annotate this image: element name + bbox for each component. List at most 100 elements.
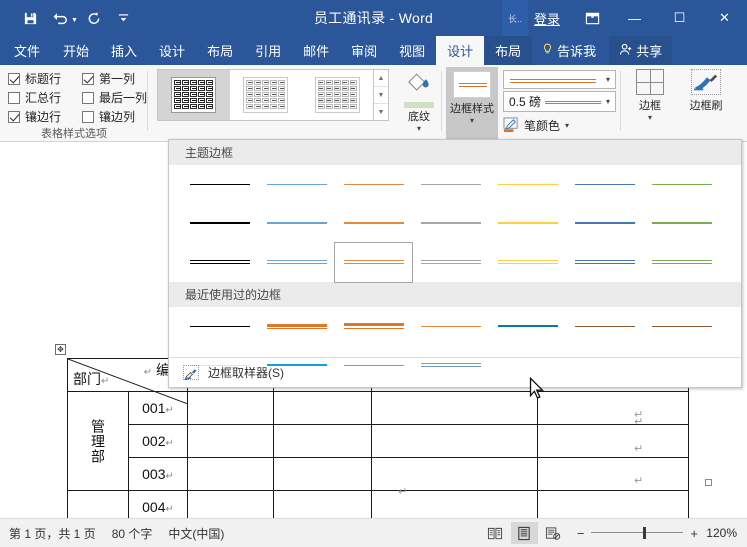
tab-table-layout[interactable]: 布局 [484,36,533,65]
checkbox-total-row[interactable]: 汇总行 [8,89,82,106]
gallery-scroll-buttons[interactable]: ▲ ▼ ▼ [374,69,389,121]
language-label[interactable]: 中文(中国) [168,525,224,542]
tab-layout[interactable]: 布局 [196,36,244,65]
phone-cell[interactable] [371,391,538,425]
ribbon-display-options-icon[interactable] [572,0,612,36]
tell-me-box[interactable]: 告诉我 [532,36,607,65]
gallery-more-icon[interactable]: ▼ [374,104,388,120]
checkbox-last-column[interactable]: 最后一列 [82,89,160,106]
tab-file[interactable]: 文件 [0,36,52,65]
phone-cell[interactable] [371,457,538,491]
zoom-level-label[interactable]: 120% [705,526,737,540]
zoom-out-button[interactable]: − [577,526,585,541]
title-cell[interactable] [273,391,372,425]
shading-dropdown-caret-icon[interactable]: ▾ [396,124,442,133]
border-sample[interactable] [335,165,412,204]
border-sample-selected[interactable] [334,242,413,283]
title-cell[interactable] [273,424,372,458]
save-icon[interactable] [16,5,44,31]
gallery-scroll-up-icon[interactable]: ▲ [374,70,388,87]
border-sample[interactable] [258,243,335,282]
table-resize-handle[interactable] [705,479,712,486]
checkbox-banded-rows[interactable]: 镶边行 [8,108,82,125]
maximize-button[interactable]: ☐ [657,0,702,36]
border-sample[interactable] [181,165,258,204]
border-sample[interactable] [335,307,412,346]
tab-table-design[interactable]: 设计 [436,36,485,65]
border-sample[interactable] [181,307,258,346]
name-cell[interactable] [187,391,274,425]
print-layout-icon[interactable] [510,522,538,544]
page-count-label[interactable]: 第 1 页，共 1 页 [9,525,96,542]
table-move-handle[interactable]: ✥ [55,344,66,355]
border-sample[interactable] [566,243,643,282]
border-sample[interactable] [489,307,566,346]
checkbox-first-column[interactable]: 第一列 [82,70,160,87]
phone-cell[interactable] [371,424,538,458]
undo-icon[interactable] [46,5,74,31]
border-sample[interactable] [412,307,489,346]
border-sample[interactable] [489,165,566,204]
line-weight-caret-icon[interactable]: ▾ [601,97,615,106]
table-style-thumb-3[interactable] [301,70,373,120]
close-button[interactable]: ✕ [702,0,747,36]
border-styles-button[interactable]: 边框样式 ▾ [446,67,498,140]
line-weight-combo[interactable]: 0.5 磅 ▾ [503,91,616,112]
dept-cell-management[interactable]: 管理部 [67,391,129,491]
name-cell[interactable] [187,424,274,458]
border-sample[interactable] [566,204,643,243]
email-cell[interactable] [537,457,689,491]
table-style-thumb-1[interactable] [158,70,230,120]
border-sample[interactable] [412,165,489,204]
border-sample[interactable] [181,204,258,243]
tab-view[interactable]: 视图 [388,36,436,65]
pen-color-button[interactable]: 笔颜色 ▾ [503,115,574,135]
id-cell[interactable]: 003↵ [128,457,188,491]
pen-color-caret-icon[interactable]: ▾ [560,121,574,130]
sign-in-button[interactable]: 登录 [528,0,572,36]
border-painter-button[interactable]: 边框刷 [677,69,735,113]
line-style-caret-icon[interactable]: ▾ [601,75,615,84]
customize-qat-icon[interactable] [110,5,138,31]
border-sample[interactable] [566,307,643,346]
border-styles-dropdown-caret-icon[interactable]: ▾ [446,116,498,125]
read-mode-icon[interactable] [482,522,509,544]
undo-dropdown-caret-icon[interactable]: ▼ [71,17,78,24]
tab-mailings[interactable]: 邮件 [292,36,340,65]
border-sample[interactable] [643,165,720,204]
id-cell[interactable]: 002↵ [128,424,188,458]
tab-design[interactable]: 设计 [148,36,196,65]
web-layout-icon[interactable] [540,522,567,544]
word-count-label[interactable]: 80 个字 [112,525,153,542]
border-sample[interactable] [412,204,489,243]
share-button[interactable]: 共享 [609,36,673,65]
tab-references[interactable]: 引用 [244,36,292,65]
border-sample[interactable] [489,243,566,282]
checkbox-header-row[interactable]: 标题行 [8,70,82,87]
line-style-combo[interactable]: ▾ [503,70,616,89]
border-sample[interactable] [412,243,489,282]
zoom-slider-knob[interactable] [643,527,647,539]
border-sample[interactable] [258,307,335,346]
tab-review[interactable]: 审阅 [340,36,388,65]
zoom-slider[interactable] [591,527,684,539]
tab-insert[interactable]: 插入 [100,36,148,65]
borders-button[interactable]: 边框 ▾ [627,69,673,122]
checkbox-banded-columns[interactable]: 镶边列 [82,108,160,125]
borders-dropdown-caret-icon[interactable]: ▾ [627,113,673,122]
email-cell[interactable] [537,424,689,458]
shading-button[interactable]: 底纹 ▾ [396,71,442,133]
minimize-button[interactable]: — [612,0,657,36]
border-sample[interactable] [566,165,643,204]
table-style-thumb-2[interactable] [230,70,302,120]
border-sample[interactable] [258,165,335,204]
border-sample[interactable] [181,243,258,282]
border-sample[interactable] [643,307,720,346]
border-sampler-item[interactable]: 边框取样器(S) [169,357,741,387]
border-sample[interactable] [258,204,335,243]
email-cell[interactable] [537,391,689,425]
border-sample[interactable] [643,243,720,282]
border-sample[interactable] [335,204,412,243]
gallery-scroll-down-icon[interactable]: ▼ [374,87,388,104]
tab-home[interactable]: 开始 [52,36,100,65]
